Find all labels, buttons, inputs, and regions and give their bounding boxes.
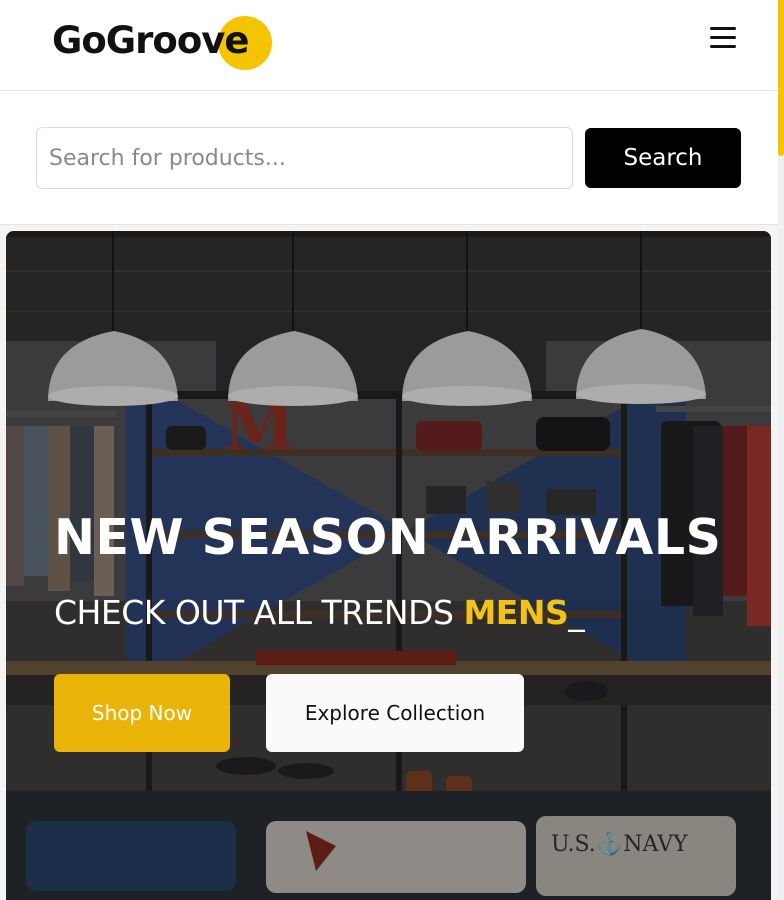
hero-subtitle-text: CHECK OUT ALL TRENDS bbox=[54, 593, 464, 632]
explore-collection-button[interactable]: Explore Collection bbox=[266, 674, 524, 752]
shop-now-button[interactable]: Shop Now bbox=[54, 674, 230, 752]
hero-subtitle-highlight: MENS bbox=[463, 593, 569, 632]
search-button[interactable]: Search bbox=[585, 128, 741, 188]
hero-banner: M U.S.⚓NAVY NEW SEASON ARRIVALS CHECK OU… bbox=[6, 231, 771, 900]
logo[interactable]: GoGroove bbox=[52, 16, 272, 70]
search-bar: Search bbox=[0, 91, 778, 225]
site-header: GoGroove bbox=[0, 0, 778, 91]
typing-cursor: _ bbox=[568, 593, 585, 632]
hamburger-menu-icon[interactable] bbox=[707, 24, 739, 52]
hero-title: NEW SEASON ARRIVALS bbox=[54, 509, 722, 566]
search-input[interactable] bbox=[36, 127, 573, 189]
hero-subtitle: CHECK OUT ALL TRENDS MENS_ bbox=[54, 593, 754, 632]
page: GoGroove Search M bbox=[0, 0, 784, 900]
page-scrollbar-thumb[interactable] bbox=[778, 0, 784, 156]
logo-text: GoGroove bbox=[52, 19, 249, 62]
